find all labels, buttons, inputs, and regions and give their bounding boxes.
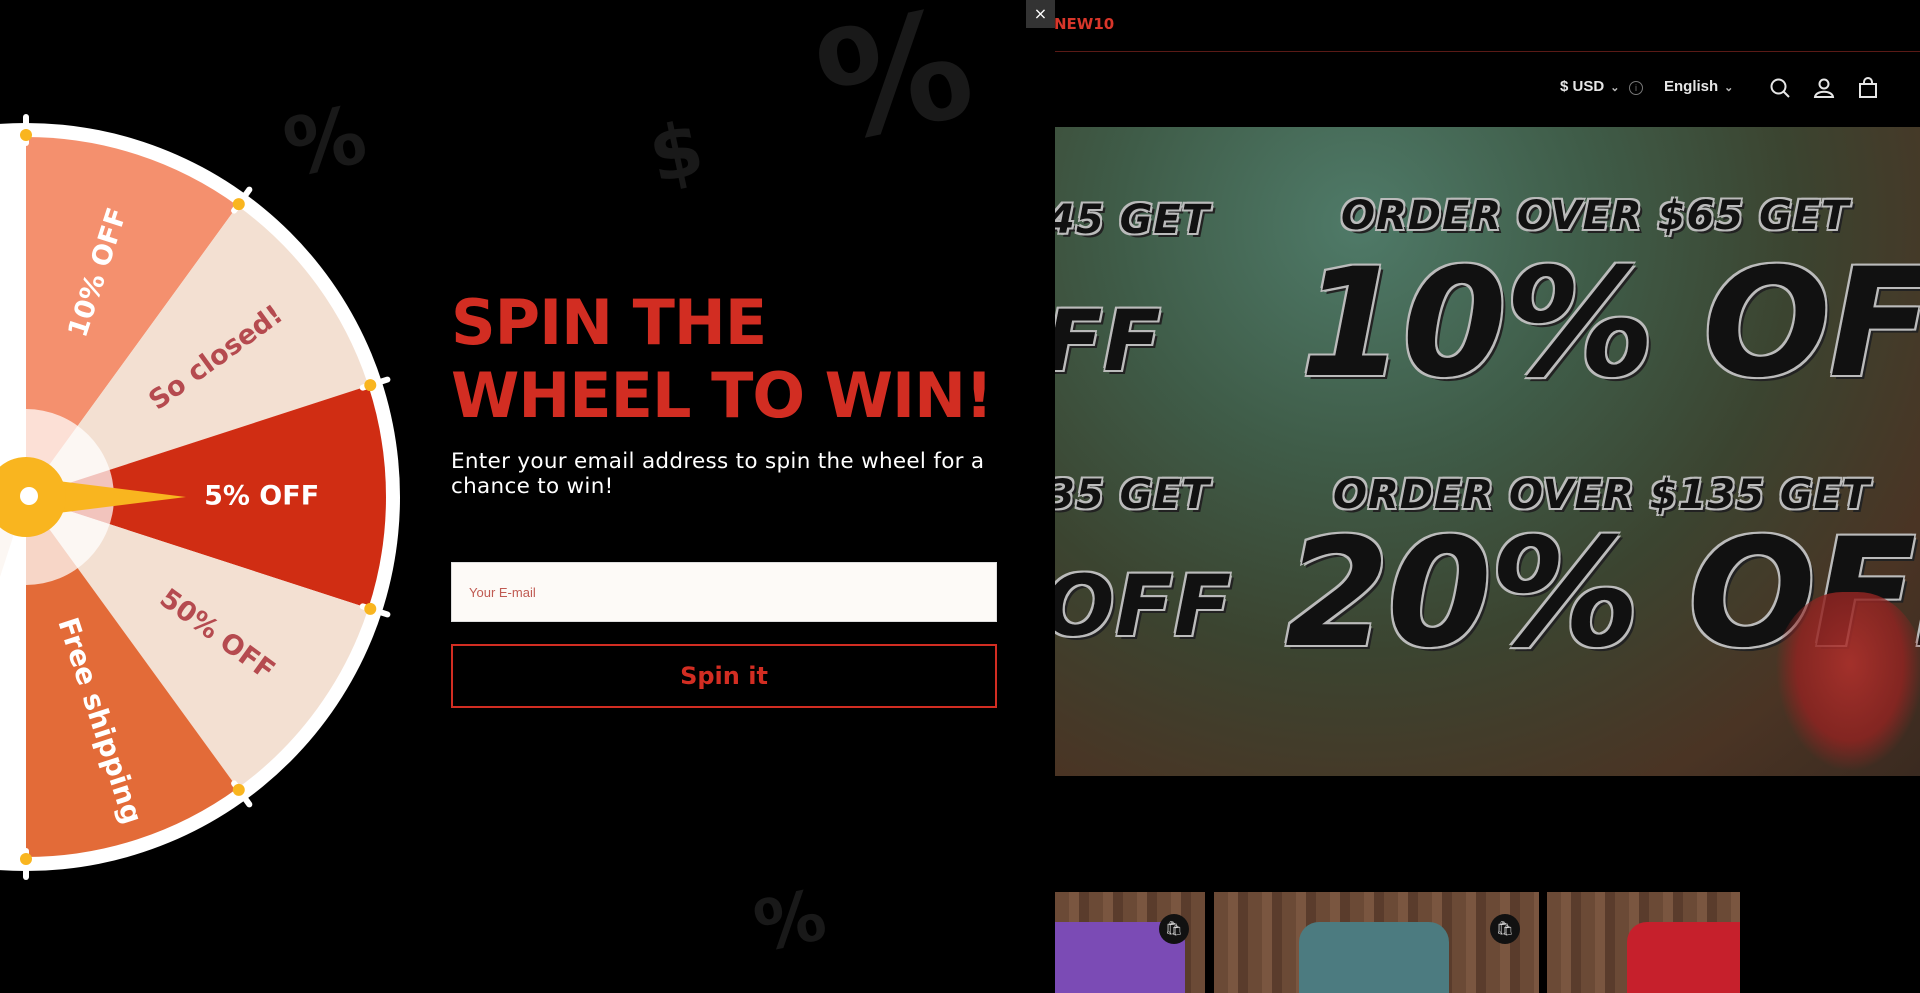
close-button[interactable]: × <box>1026 0 1055 28</box>
skull-graphic <box>1775 592 1920 772</box>
dollar-decoration: $ <box>641 103 711 201</box>
pointer-dot <box>20 487 38 505</box>
banner-line2-left: 35 GET <box>1055 472 1211 518</box>
email-input[interactable] <box>451 562 997 622</box>
percent-decoration: % <box>803 0 987 178</box>
chevron-down-icon: ⌄ <box>1724 82 1734 94</box>
prize-wheel: 10% OFFSo closed!5% OFF50% OFFFree shipp… <box>0 114 400 880</box>
quick-add-cart-icon[interactable]: 🛍 <box>1490 914 1520 944</box>
wheel-peg-dot <box>364 379 377 392</box>
banner-big1-left: FF <box>1055 292 1162 390</box>
currency-selector[interactable]: $ USD ⌄ <box>1560 78 1619 95</box>
product-card[interactable]: 🛍 <box>1214 892 1539 993</box>
wheel-peg-dot <box>20 853 32 865</box>
info-icon[interactable]: i <box>1629 81 1643 95</box>
percent-decoration: % <box>747 873 833 969</box>
wheel-peg-dot <box>364 602 377 615</box>
popup-subtitle: Enter your email address to spin the whe… <box>451 449 985 499</box>
product-image <box>1299 922 1449 993</box>
wheel-peg-dot <box>232 198 245 211</box>
search-icon[interactable] <box>1768 76 1792 100</box>
product-card[interactable] <box>1547 892 1740 993</box>
quick-add-cart-icon[interactable]: 🛍 <box>1159 914 1189 944</box>
wheel-peg-dot <box>232 783 245 796</box>
product-image <box>1627 922 1740 993</box>
spin-wheel-popup: % % $ % 10% OFF So closed! 5% OFF 50% OFF Fr… <box>0 0 1055 993</box>
account-icon[interactable] <box>1812 76 1836 100</box>
banner-line1: ORDER OVER $65 GET <box>1341 193 1850 239</box>
banner-line1-left: 45 GET <box>1055 197 1211 243</box>
announcement-code: NEW10 <box>1054 15 1115 33</box>
wheel-peg-dot <box>20 129 32 141</box>
product-card[interactable]: 🛍 <box>1055 892 1205 993</box>
language-label: English <box>1664 78 1719 95</box>
chevron-down-icon: ⌄ <box>1610 82 1620 94</box>
cart-icon[interactable] <box>1856 76 1880 100</box>
popup-title: SPIN THE WHEEL TO WIN! <box>451 286 993 432</box>
banner-big2-left: OFF <box>1055 557 1233 655</box>
currency-label: $ USD <box>1560 78 1605 95</box>
spin-button[interactable]: Spin it <box>451 644 997 708</box>
promo-banner[interactable]: 45 GET ORDER OVER $65 GET FF 10% OFF 35 … <box>1055 127 1920 776</box>
language-selector[interactable]: English ⌄ <box>1664 78 1733 95</box>
banner-big1: 10% OFF <box>1300 237 1920 411</box>
wheel-segment-label: 5% OFF <box>204 481 319 512</box>
